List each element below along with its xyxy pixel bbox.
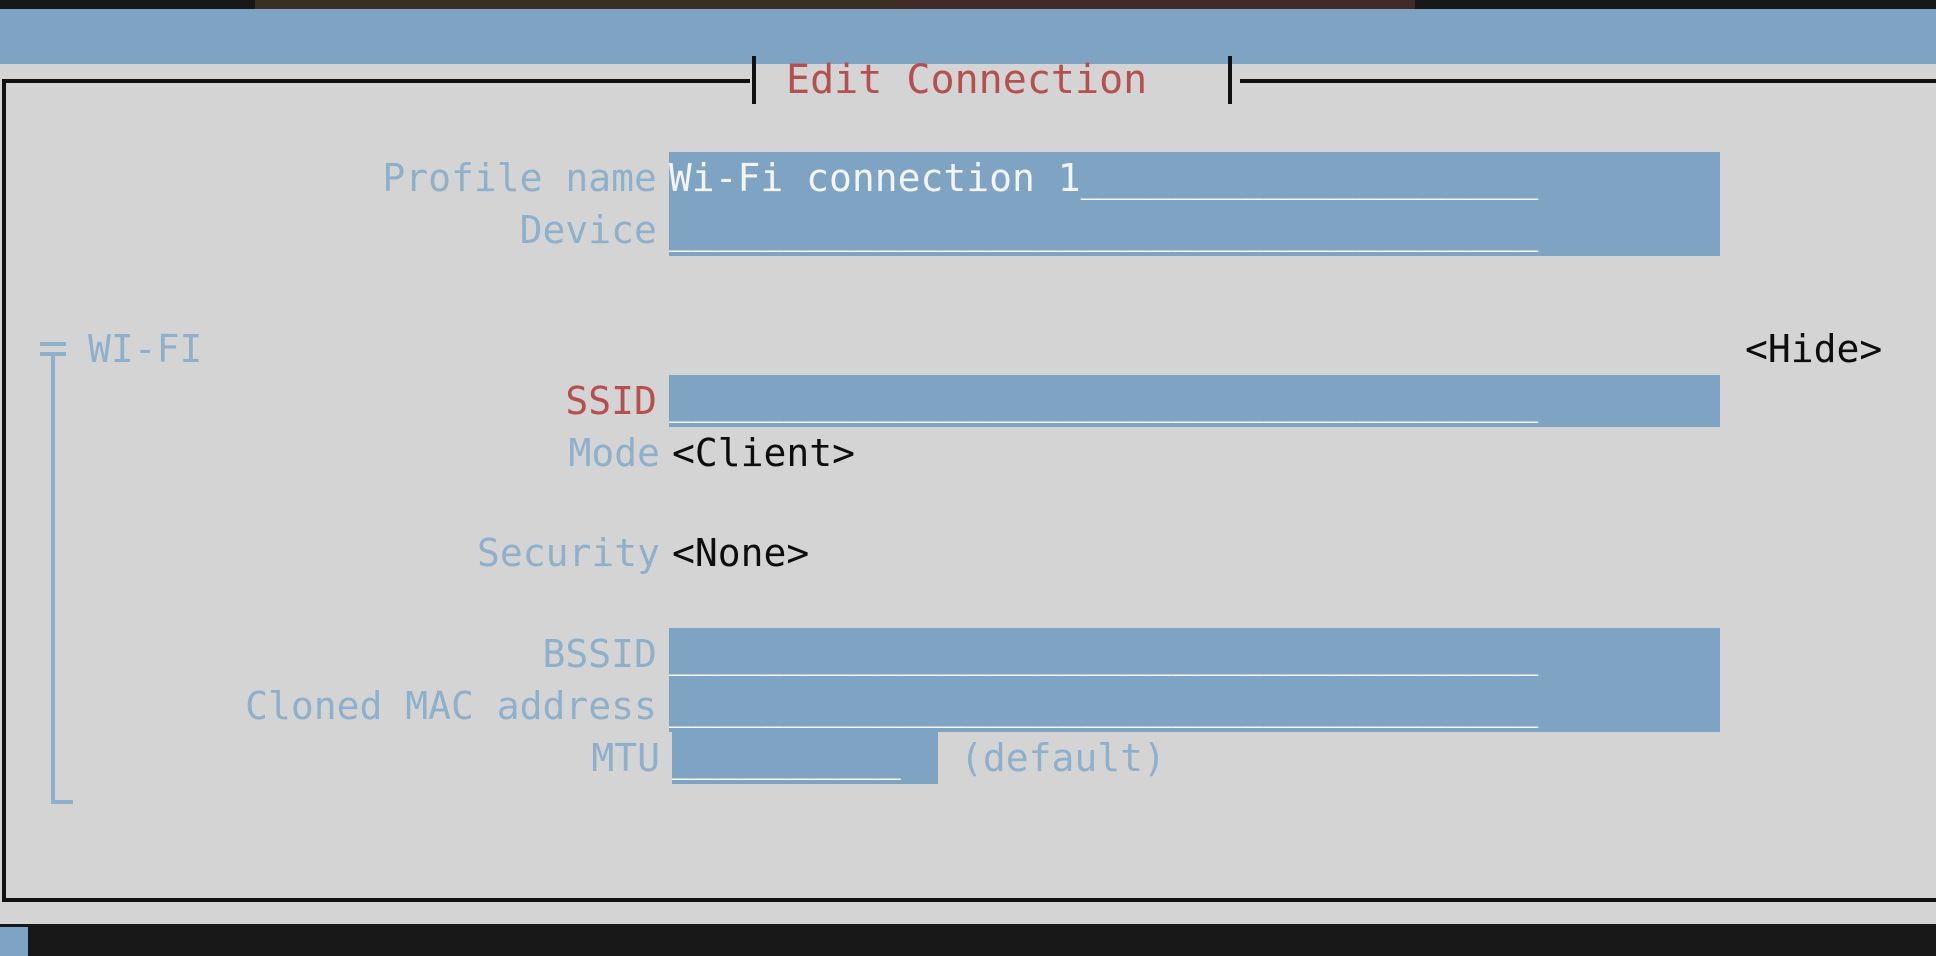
- bssid-label: BSSID: [542, 632, 657, 676]
- mode-select[interactable]: <Client>: [672, 427, 855, 479]
- mtu-input-filler: __________: [672, 736, 901, 780]
- device-label: Device: [519, 208, 657, 252]
- field-row-cloned-mac: Cloned MAC address _____________________…: [0, 680, 1720, 732]
- field-row-bssid: BSSID __________________________________…: [0, 628, 1720, 680]
- device-input-filler: ______________________________________: [668, 208, 1539, 252]
- profile-name-label: Profile name: [382, 156, 657, 200]
- cloned-mac-input-filler: ______________________________________: [668, 684, 1539, 728]
- terminal-screen: Edit Connection Profile name Wi-Fi conne…: [0, 0, 1936, 956]
- wifi-section-title: WI-FI: [88, 327, 203, 371]
- cloned-mac-label: Cloned MAC address: [245, 684, 657, 728]
- terminal-cursor: [0, 927, 28, 956]
- mode-label: Mode: [568, 431, 660, 475]
- field-row-ssid: SSID ___________________________________…: [0, 375, 1720, 427]
- field-row-profile-name: Profile name Wi-Fi connection 1_________…: [0, 152, 1720, 204]
- field-row-security: Security <None>: [0, 527, 1720, 579]
- security-label: Security: [476, 531, 660, 575]
- field-row-mtu: MTU __________ (default): [0, 732, 1720, 784]
- profile-name-input[interactable]: Wi-Fi connection 1____________________: [668, 152, 1720, 204]
- connection-form: Profile name Wi-Fi connection 1_________…: [0, 0, 1936, 956]
- field-row-device: Device _________________________________…: [0, 204, 1720, 256]
- security-select[interactable]: <None>: [672, 527, 809, 579]
- device-input[interactable]: ______________________________________: [668, 204, 1720, 256]
- ssid-input[interactable]: ______________________________________: [668, 375, 1720, 427]
- wifi-hide-button[interactable]: <Hide>: [1745, 323, 1882, 375]
- wifi-section-tree-foot: [51, 800, 73, 804]
- profile-name-input-filler: ____________________: [1080, 156, 1539, 200]
- mtu-input[interactable]: __________: [672, 732, 938, 784]
- field-row-mode: Mode <Client>: [0, 427, 1720, 479]
- mtu-default-hint: (default): [960, 736, 1166, 780]
- ssid-label: SSID: [565, 379, 657, 423]
- wifi-section-toggle-icon[interactable]: [40, 338, 66, 378]
- profile-name-input-value: Wi-Fi connection 1: [668, 156, 1081, 200]
- ssid-input-filler: ______________________________________: [668, 379, 1539, 423]
- mtu-label: MTU: [591, 736, 660, 780]
- bssid-input[interactable]: ______________________________________: [668, 628, 1720, 680]
- bssid-input-filler: ______________________________________: [668, 632, 1539, 676]
- cloned-mac-input[interactable]: ______________________________________: [668, 680, 1720, 732]
- terminal-bottom-area: [0, 924, 1936, 956]
